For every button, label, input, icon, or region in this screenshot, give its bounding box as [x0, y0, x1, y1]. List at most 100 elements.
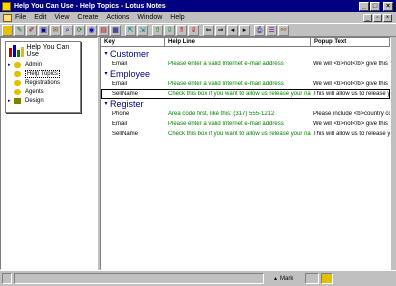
- cell-help-line: Area code first, like this: (317) 555-12…: [168, 111, 275, 117]
- column-header-popup-text[interactable]: Popup Text: [311, 38, 390, 47]
- cell-popup-text: We will <b>not</b> give this addr: [313, 81, 390, 87]
- window-title: Help You Can Use - Help Topics - Lotus N…: [14, 2, 166, 10]
- edit-document-icon[interactable]: ✐: [26, 24, 37, 36]
- doc-restore-button[interactable]: ▫: [373, 13, 382, 22]
- menu-edit[interactable]: Edit: [34, 14, 46, 21]
- nav-item-help-topics[interactable]: Help Topics: [6, 69, 80, 78]
- design-icon: [14, 97, 21, 104]
- category-label: Register: [110, 98, 144, 109]
- cell-key: SellName: [112, 91, 139, 97]
- menu-actions[interactable]: Actions: [106, 14, 129, 21]
- cell-help-line: Please enter a valid Internet e-mail add…: [168, 121, 284, 127]
- navigate-forward-icon[interactable]: ⇒: [215, 24, 226, 36]
- navigate-back-icon[interactable]: ⇐: [203, 24, 214, 36]
- table-row-selected[interactable]: SellName Check this box if you want to a…: [101, 89, 390, 99]
- table-row[interactable]: SellName Check this box if you want to a…: [101, 129, 390, 139]
- lotus-notes-app-icon[interactable]: [2, 1, 11, 11]
- bookmark-icon[interactable]: ▤: [98, 24, 109, 36]
- column-header-row: Key Help Line Popup Text: [101, 38, 390, 47]
- twistie-icon[interactable]: ▾: [102, 50, 110, 59]
- inbox-status-icon[interactable]: [321, 273, 334, 284]
- nav-item-admin[interactable]: ▸ Admin: [6, 60, 80, 69]
- navigator-title: Help You Can Use: [26, 44, 70, 58]
- previous-unread-icon[interactable]: ⇑: [176, 24, 187, 36]
- vertical-scrollbar[interactable]: [391, 37, 396, 270]
- menu-help[interactable]: Help: [170, 14, 184, 21]
- menu-file[interactable]: File: [15, 14, 26, 21]
- nav-item-agents[interactable]: Agents: [6, 87, 80, 96]
- move-left-icon[interactable]: ◂: [227, 24, 238, 36]
- compose-icon[interactable]: ✎: [14, 24, 25, 36]
- move-right-icon[interactable]: ▸: [239, 24, 250, 36]
- previous-icon[interactable]: ⇧: [152, 24, 163, 36]
- print-icon[interactable]: ⎙: [254, 24, 265, 36]
- category-employee[interactable]: ▾ Employee: [101, 69, 390, 79]
- document-window-icon[interactable]: [3, 13, 12, 22]
- doc-minimize-button[interactable]: _: [363, 13, 372, 22]
- column-header-key[interactable]: Key: [101, 38, 165, 47]
- nav-item-registrations[interactable]: Registrations: [6, 78, 80, 87]
- nav-item-label: Agents: [25, 88, 44, 95]
- navigator-header: Help You Can Use: [6, 42, 80, 60]
- menu-view[interactable]: View: [54, 14, 69, 21]
- cell-popup-text: This will allow us to release your: [313, 91, 390, 97]
- globe-icon[interactable]: ◉: [86, 24, 97, 36]
- status-mark-label: Mark: [280, 275, 294, 282]
- save-icon[interactable]: ▣: [38, 24, 49, 36]
- key-icon: [14, 61, 21, 68]
- navigator-panel: Help You Can Use ▸ Admin Help Topics Reg…: [5, 41, 81, 113]
- nav-item-label: Help Topics: [25, 69, 60, 78]
- mail-icon[interactable]: ✉: [50, 24, 61, 36]
- status-bar: ▴ Mark: [0, 270, 396, 286]
- status-panel-location[interactable]: [305, 273, 320, 284]
- search-icon[interactable]: ⌕: [62, 24, 73, 36]
- status-panel-signature[interactable]: [2, 273, 12, 284]
- status-mark[interactable]: ▴ Mark: [274, 275, 294, 283]
- cell-popup-text: We will <b>not</b> give this addr: [313, 61, 390, 67]
- menu-bar: File Edit View Create Actions Window Hel…: [0, 12, 396, 23]
- close-button[interactable]: ×: [383, 1, 393, 11]
- view-icon: [14, 79, 21, 86]
- next-unread-icon[interactable]: ⇓: [188, 24, 199, 36]
- expand-all-icon[interactable]: ⇱: [125, 24, 136, 36]
- link-icon[interactable]: ⚯: [278, 24, 289, 36]
- nav-item-label: Registrations: [25, 79, 61, 86]
- column-header-help-line[interactable]: Help Line: [165, 38, 311, 47]
- twistie-icon[interactable]: ▾: [102, 70, 110, 79]
- navigator-pane: Help You Can Use ▸ Admin Help Topics Reg…: [0, 37, 98, 270]
- menu-create[interactable]: Create: [77, 14, 98, 21]
- table-row[interactable]: Phone Area code first, like this: (317) …: [101, 109, 390, 119]
- cell-help-line: Please enter a valid Internet e-mail add…: [168, 81, 284, 87]
- cell-key: SellName: [112, 131, 139, 137]
- nav-item-label: Design: [25, 97, 44, 104]
- view-icon: [14, 70, 21, 77]
- cell-key: Phone: [112, 111, 130, 117]
- status-panel-message[interactable]: [14, 273, 264, 284]
- cell-popup-text: This will allow us to release your: [313, 131, 390, 137]
- view-rows: ▾ Customer Email Please enter a valid In…: [101, 49, 390, 139]
- title-bar: Help You Can Use - Help Topics - Lotus N…: [0, 0, 396, 12]
- category-label: Customer: [110, 48, 150, 59]
- menu-window[interactable]: Window: [137, 14, 162, 21]
- view-pane: Key Help Line Popup Text ▾ Customer Emai…: [100, 37, 391, 270]
- doc-close-button[interactable]: ×: [383, 13, 392, 22]
- properties-icon[interactable]: ☰: [266, 24, 277, 36]
- table-row[interactable]: Email Please enter a valid Internet e-ma…: [101, 119, 390, 129]
- table-row[interactable]: Email Please enter a valid Internet e-ma…: [101, 59, 390, 69]
- cell-help-line: Check this box if you want to allow us r…: [168, 91, 311, 97]
- twistie-icon[interactable]: ▾: [102, 100, 110, 109]
- nav-item-design[interactable]: ▸ Design: [6, 96, 80, 105]
- cell-popup-text: Please include <b>country code: [313, 111, 390, 117]
- table-icon[interactable]: ▦: [110, 24, 121, 36]
- open-database-icon[interactable]: [2, 24, 13, 36]
- minimize-button[interactable]: _: [359, 1, 369, 11]
- table-row[interactable]: Email Please enter a valid Internet e-ma…: [101, 79, 390, 89]
- next-icon[interactable]: ⇩: [164, 24, 175, 36]
- category-register[interactable]: ▾ Register: [101, 99, 390, 109]
- maximize-button[interactable]: □: [370, 1, 380, 11]
- category-customer[interactable]: ▾ Customer: [101, 49, 390, 59]
- cell-help-line: Please enter a valid Internet e-mail add…: [168, 61, 284, 67]
- collapse-all-icon[interactable]: ⇲: [137, 24, 148, 36]
- database-bars-icon: [9, 44, 24, 57]
- refresh-icon[interactable]: ⟳: [74, 24, 85, 36]
